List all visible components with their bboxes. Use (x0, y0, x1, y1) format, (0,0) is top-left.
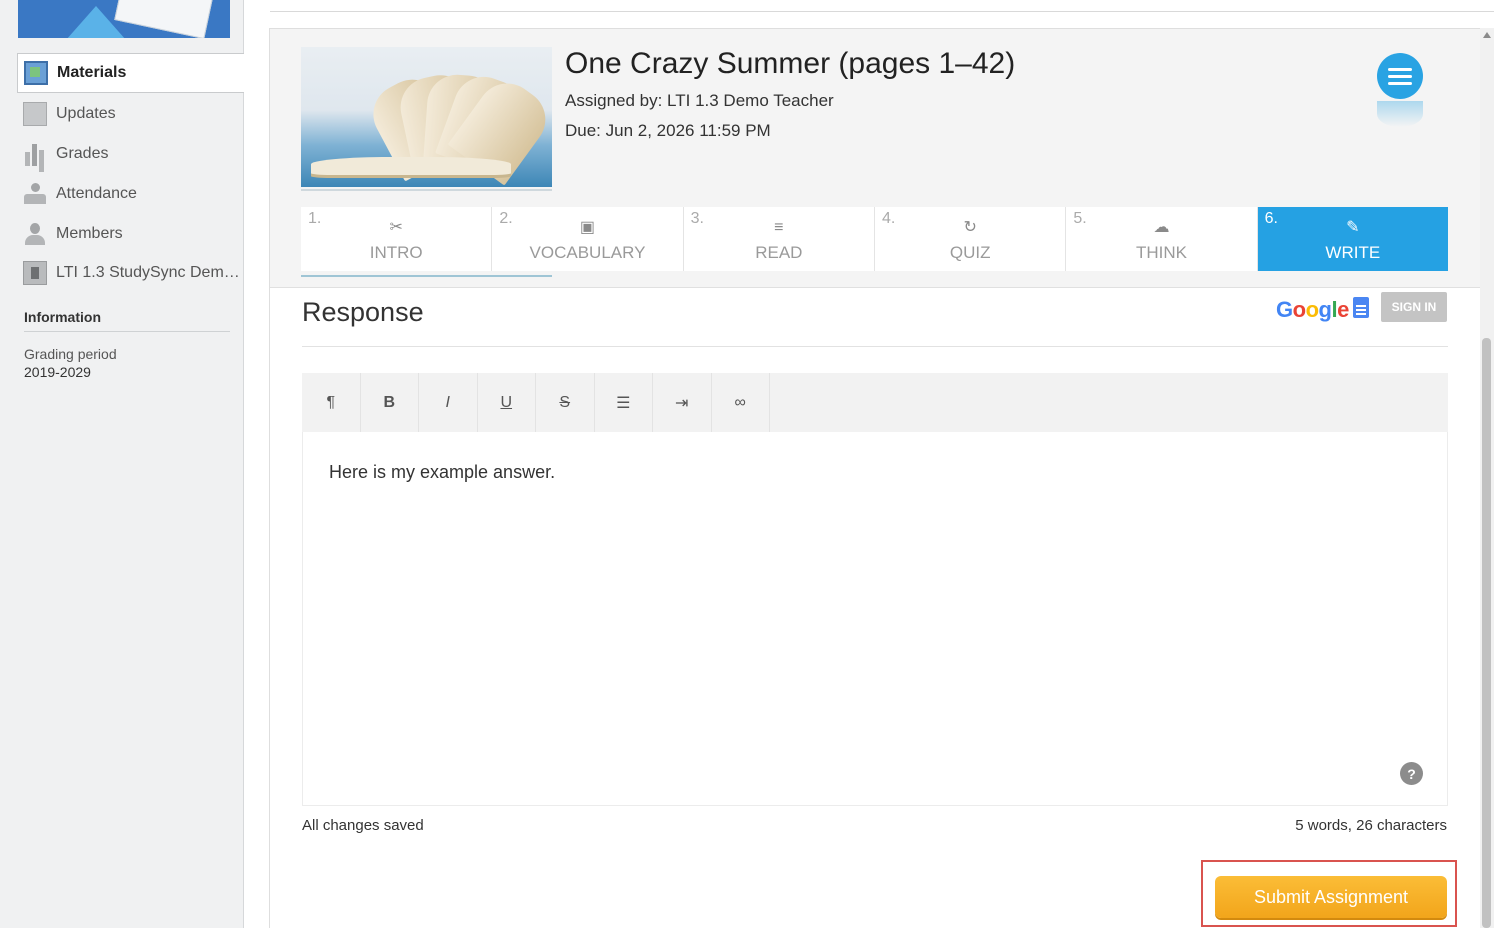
tab-vocabulary[interactable]: 2. ▣ VOCABULARY (492, 207, 684, 271)
sidebar-item-label: Grades (56, 145, 109, 162)
top-divider (270, 11, 1494, 12)
tab-write[interactable]: 6. ✎ WRITE (1257, 207, 1448, 271)
sidebar-item-label: LTI 1.3 StudySync Demo... (56, 264, 244, 281)
sidebar-item-attendance[interactable]: Attendance (17, 174, 244, 214)
tab-label: VOCABULARY (529, 243, 646, 262)
tab-label: QUIZ (949, 243, 991, 262)
quiz-icon: ↻ (963, 219, 977, 236)
sidebar-item-label: Updates (56, 105, 116, 122)
word-count: 5 words, 26 characters (1295, 817, 1447, 834)
tab-number: 1. (308, 210, 322, 227)
help-icon[interactable]: ? (1400, 762, 1423, 785)
lti-app-icon (23, 261, 47, 285)
assignment-panel: One Crazy Summer (pages 1–42) Assigned b… (269, 28, 1481, 928)
information-heading: Information (24, 309, 230, 332)
course-banner-image (18, 0, 230, 38)
tab-intro[interactable]: 1. ✂ INTRO (301, 207, 493, 271)
sidebar-item-materials[interactable]: Materials (17, 53, 244, 93)
tab-label: READ (755, 243, 803, 262)
image-underline (301, 189, 552, 191)
response-text[interactable]: Here is my example answer. (329, 462, 555, 483)
grading-period-label: Grading period (24, 346, 117, 362)
assignment-title: One Crazy Summer (pages 1–42) (565, 47, 1016, 80)
underline-button[interactable]: U (478, 373, 536, 432)
grades-icon (23, 142, 47, 166)
response-divider (302, 346, 1448, 347)
page-root: Materials Updates Grades Attendance Memb… (0, 0, 1508, 928)
response-editor[interactable]: Here is my example answer. ? (302, 432, 1448, 806)
sidebar-item-label: Attendance (56, 185, 137, 202)
due-date: Due: Jun 2, 2026 11:59 PM (565, 121, 771, 140)
tab-number: 3. (690, 210, 704, 227)
tab-label: THINK (1135, 243, 1187, 262)
save-status: All changes saved (302, 817, 424, 834)
vocabulary-icon: ▣ (579, 219, 596, 236)
scroll-up-arrow-icon[interactable] (1483, 32, 1491, 38)
google-docs-icon (1353, 297, 1369, 318)
members-icon (23, 222, 47, 246)
read-icon: ≡ (774, 219, 784, 236)
sidebar-item-grades[interactable]: Grades (17, 134, 244, 174)
menu-button[interactable] (1377, 53, 1423, 99)
submit-assignment-button[interactable]: Submit Assignment (1215, 876, 1447, 918)
paragraph-button[interactable]: ¶ (302, 373, 361, 432)
tab-number: 2. (499, 210, 513, 227)
assigned-by: Assigned by: LTI 1.3 Demo Teacher (565, 91, 834, 110)
think-icon: ☁ (1153, 219, 1170, 236)
google-logo: Google (1276, 297, 1349, 322)
sidebar: Materials Updates Grades Attendance Memb… (0, 0, 244, 928)
book-cover-image (301, 47, 552, 187)
assignment-header: One Crazy Summer (pages 1–42) Assigned b… (270, 29, 1481, 288)
strikethrough-button[interactable]: S (536, 373, 595, 432)
tab-number: 5. (1073, 210, 1087, 227)
tab-read[interactable]: 3. ≡ READ (683, 207, 875, 271)
link-button[interactable]: ∞ (712, 373, 770, 432)
bold-button[interactable]: B (361, 373, 419, 432)
sidebar-item-label: Materials (57, 64, 127, 81)
indent-button[interactable]: ⇥ (653, 373, 712, 432)
italic-button[interactable]: I (419, 373, 478, 432)
editor-toolbar: ¶ B I U S ☰ ⇥ ∞ (302, 373, 1448, 432)
materials-icon (24, 61, 48, 85)
tab-quiz[interactable]: 4. ↻ QUIZ (874, 207, 1067, 271)
tab-label: WRITE (1325, 243, 1381, 262)
step-tabs: 1. ✂ INTRO 2. ▣ VOCABULARY 3. ≡ READ 4. … (301, 207, 1448, 271)
sidebar-item-lti-app[interactable]: LTI 1.3 StudySync Demo... (17, 253, 244, 293)
list-button[interactable]: ☰ (595, 373, 653, 432)
sidebar-item-members[interactable]: Members (17, 214, 244, 254)
hamburger-icon (1388, 67, 1412, 71)
intro-icon: ✂ (389, 219, 403, 236)
tab-think[interactable]: 5. ☁ THINK (1066, 207, 1258, 271)
response-title: Response (302, 297, 424, 327)
attendance-icon (23, 182, 47, 206)
updates-icon (23, 102, 47, 126)
tab-number: 6. (1264, 210, 1278, 227)
sidebar-item-label: Members (56, 225, 123, 242)
grading-period-value: 2019-2029 (24, 364, 91, 380)
tab-label: INTRO (369, 243, 423, 262)
tab-number: 4. (881, 210, 896, 227)
scrollbar-thumb[interactable] (1482, 338, 1491, 928)
tab-underline (301, 275, 552, 277)
sidebar-item-updates[interactable]: Updates (17, 94, 244, 134)
pencil-icon: ✎ (1346, 219, 1360, 236)
google-sign-in-button[interactable]: SIGN IN (1381, 292, 1447, 322)
menu-button-reflection (1377, 101, 1423, 127)
